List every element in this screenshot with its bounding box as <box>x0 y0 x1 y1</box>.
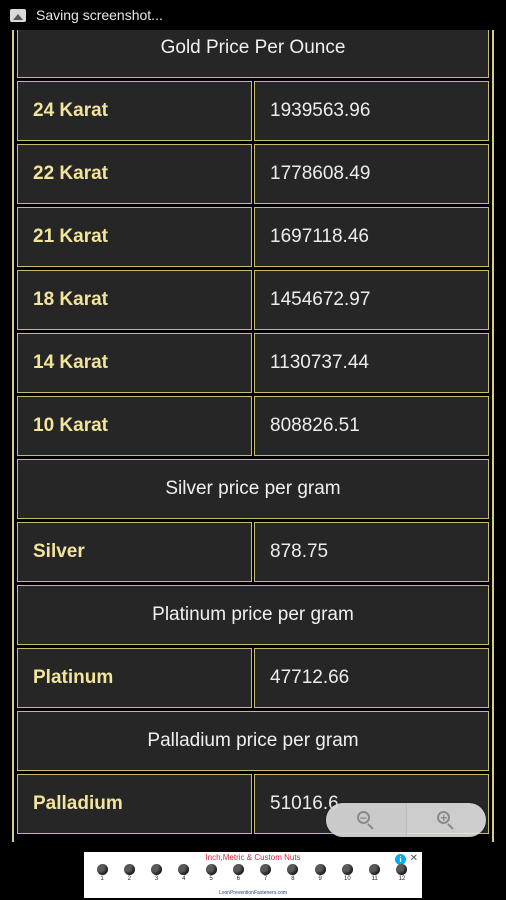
ad-product-number: 1 <box>100 876 104 882</box>
close-icon[interactable]: ✕ <box>410 853 418 864</box>
karat-label: 14 Karat <box>17 333 252 393</box>
price-value: 1454672.97 <box>254 270 489 330</box>
zoom-in-icon: + <box>437 811 455 830</box>
table-row: Silver 878.75 <box>17 522 489 582</box>
silver-header: Silver price per gram <box>17 459 489 519</box>
image-icon <box>10 8 26 22</box>
metal-label: Silver <box>17 522 252 582</box>
ad-product: 4 <box>174 864 194 886</box>
ad-product-number: 10 <box>344 876 351 882</box>
status-bar: Saving screenshot... <box>0 0 506 30</box>
silver-header-row: Silver price per gram <box>17 459 489 519</box>
ad-product-number: 8 <box>291 876 295 882</box>
palladium-header: Palladium price per gram <box>17 711 489 771</box>
price-value: 1778608.49 <box>254 144 489 204</box>
ad-product: 5 <box>201 864 221 886</box>
zoom-in-button[interactable]: + <box>407 803 487 837</box>
karat-label: 22 Karat <box>17 144 252 204</box>
palladium-header-row: Palladium price per gram <box>17 711 489 771</box>
price-value: 1130737.44 <box>254 333 489 393</box>
ad-product-number: 3 <box>154 876 159 882</box>
metal-label: Palladium <box>17 774 252 834</box>
table-row: 21 Karat 1697118.46 <box>17 207 489 267</box>
price-value: 1939563.96 <box>254 81 489 141</box>
price-table-frame[interactable]: Gold Price Per Ounce 24 Karat 1939563.96… <box>12 30 494 842</box>
ad-headline[interactable]: Inch,Metric & Custom Nuts <box>84 853 422 862</box>
ad-product-strip: 1 2 3 4 5 6 7 8 9 10 11 12 <box>92 864 412 886</box>
table-row: Platinum 47712.66 <box>17 648 489 708</box>
bottom-divider <box>0 842 506 850</box>
price-value: 808826.51 <box>254 396 489 456</box>
karat-label: 10 Karat <box>17 396 252 456</box>
zoom-out-button[interactable]: − <box>326 803 407 837</box>
ad-product-number: 2 <box>127 876 131 882</box>
platinum-header: Platinum price per gram <box>17 585 489 645</box>
platinum-header-row: Platinum price per gram <box>17 585 489 645</box>
ad-product: 9 <box>310 864 330 886</box>
ad-product-number: 9 <box>318 876 322 882</box>
ad-product: 2 <box>119 864 139 886</box>
price-value: 878.75 <box>254 522 489 582</box>
table-row: 10 Karat 808826.51 <box>17 396 489 456</box>
gold-header: Gold Price Per Ounce <box>17 30 489 78</box>
ad-product: 11 <box>365 864 385 886</box>
ad-product: 7 <box>256 864 276 886</box>
ad-product-number: 11 <box>371 876 378 882</box>
table-row: 14 Karat 1130737.44 <box>17 333 489 393</box>
ad-product-number: 7 <box>263 876 268 882</box>
zoom-out-icon: − <box>356 811 375 830</box>
karat-label: 21 Karat <box>17 207 252 267</box>
ad-banner[interactable]: Inch,Metric & Custom Nuts i ✕ 1 2 3 4 5 … <box>84 852 422 898</box>
price-value: 47712.66 <box>254 648 489 708</box>
gold-header-row: Gold Price Per Ounce <box>17 30 489 78</box>
ad-product-number: 12 <box>398 876 406 882</box>
ad-product-number: 6 <box>236 876 240 882</box>
ad-product-number: 4 <box>182 876 186 882</box>
ad-product: 1 <box>92 864 112 886</box>
price-table: Gold Price Per Ounce 24 Karat 1939563.96… <box>17 30 489 837</box>
karat-label: 24 Karat <box>17 81 252 141</box>
ad-product-number: 5 <box>209 876 213 882</box>
ad-product: 6 <box>228 864 248 886</box>
price-value: 1697118.46 <box>254 207 489 267</box>
ad-footer-url[interactable]: LoonPreventionFasteners.com <box>84 890 422 896</box>
table-row: 18 Karat 1454672.97 <box>17 270 489 330</box>
ad-product: 10 <box>337 864 357 886</box>
zoom-controls: − + <box>326 803 486 837</box>
karat-label: 18 Karat <box>17 270 252 330</box>
table-row: 22 Karat 1778608.49 <box>17 144 489 204</box>
ad-product: 8 <box>283 864 303 886</box>
table-row: 24 Karat 1939563.96 <box>17 81 489 141</box>
ad-product: 3 <box>147 864 167 886</box>
ad-product: 12 <box>392 864 412 886</box>
metal-label: Platinum <box>17 648 252 708</box>
status-text: Saving screenshot... <box>36 7 163 23</box>
